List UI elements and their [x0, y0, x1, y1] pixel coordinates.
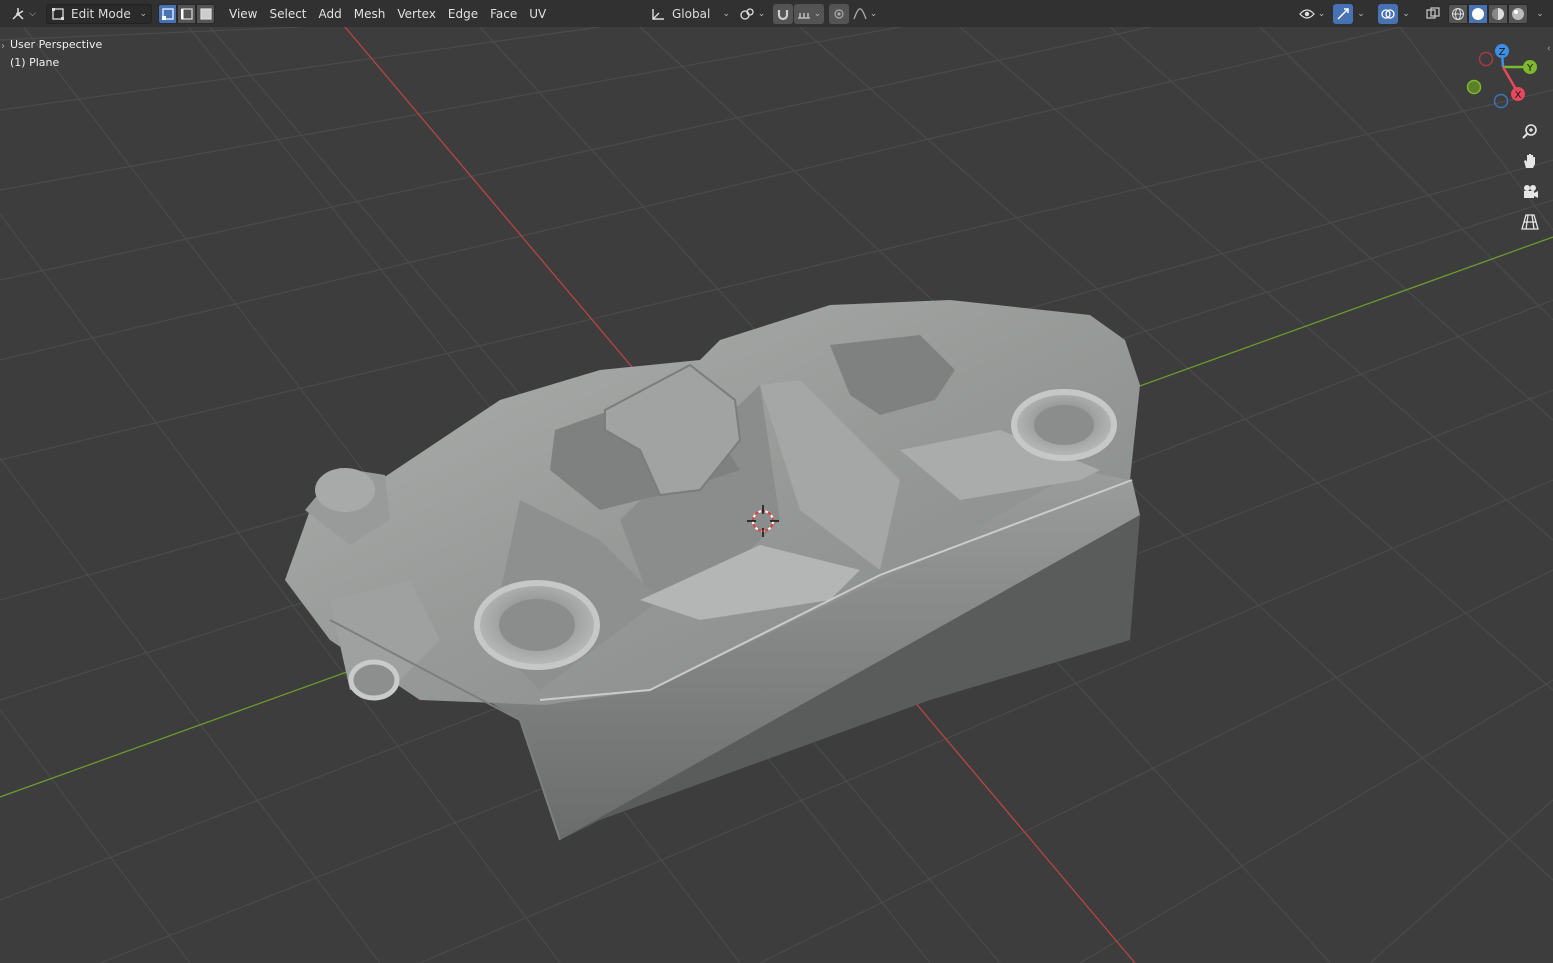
- solid-shading-button[interactable]: [1468, 3, 1488, 24]
- shading-dropdown[interactable]: ⌄: [1532, 4, 1548, 24]
- menu-edge[interactable]: Edge: [442, 4, 484, 24]
- gizmo-neg-z[interactable]: [1493, 93, 1509, 109]
- wireframe-shading-button[interactable]: [1448, 3, 1468, 24]
- edit-mode-icon: [52, 7, 64, 20]
- perspective-ortho-icon: [1521, 214, 1539, 230]
- transform-orientation-dropdown[interactable]: Global ⌄: [650, 4, 730, 24]
- object-name: (1) Plane: [10, 56, 60, 69]
- material-shading-button[interactable]: [1488, 3, 1508, 24]
- gizmo-icon: [1337, 7, 1349, 20]
- gizmo-toggle[interactable]: [1333, 3, 1353, 24]
- viewport-header: ⌵ Edit Mode ⌄ View Select Add Mesh Verte…: [0, 0, 1553, 27]
- gizmo-z-label: Z: [1499, 47, 1506, 58]
- snap-toggle[interactable]: [773, 3, 793, 24]
- face-select-button[interactable]: [196, 3, 215, 24]
- gizmo-neg-y[interactable]: [1466, 79, 1482, 95]
- pivot-point-icon: [740, 7, 754, 20]
- mode-dropdown[interactable]: Edit Mode ⌄: [46, 3, 152, 24]
- select-mode-group: [158, 3, 215, 24]
- menu-select[interactable]: Select: [263, 4, 312, 24]
- editor-type-3d-viewport-icon: [12, 7, 24, 20]
- header-menu: View Select Add Mesh Vertex Edge Face UV: [223, 4, 552, 24]
- vertex-select-icon: [161, 7, 174, 20]
- proportional-edit-icon: [834, 8, 844, 19]
- pan-button[interactable]: [1517, 148, 1543, 174]
- menu-face[interactable]: Face: [484, 4, 523, 24]
- pivot-point-dropdown[interactable]: ⌄: [737, 4, 767, 24]
- camera-view-button[interactable]: [1517, 179, 1543, 205]
- edge-select-button[interactable]: [177, 3, 196, 24]
- orientation-label: Global: [672, 6, 711, 21]
- editor-type-button[interactable]: ⌵: [6, 4, 40, 24]
- perspective-toggle-button[interactable]: [1517, 209, 1543, 235]
- menu-view[interactable]: View: [223, 4, 263, 24]
- vertex-select-button[interactable]: [158, 3, 177, 24]
- gizmo-neg-x[interactable]: [1478, 51, 1494, 67]
- magnet-icon: [777, 9, 789, 20]
- rendered-shading-button[interactable]: [1508, 3, 1528, 24]
- rendered-shading-icon: [1512, 7, 1524, 20]
- view-name: User Perspective: [10, 38, 103, 51]
- gizmo-y-label: Y: [1526, 63, 1534, 74]
- falloff-dropdown[interactable]: ⌄: [850, 4, 880, 24]
- face-select-icon: [199, 7, 212, 20]
- gizmo-x-label: X: [1515, 90, 1522, 101]
- snap-target-dropdown[interactable]: ⌄: [794, 3, 824, 24]
- falloff-curve-icon: [853, 7, 867, 19]
- zoom-button[interactable]: [1517, 118, 1543, 144]
- overlays-icon: [1381, 8, 1395, 19]
- menu-uv[interactable]: UV: [523, 4, 552, 24]
- viewport-info: User Perspective (1) Plane: [10, 36, 102, 72]
- snap-increment-icon: [797, 12, 810, 19]
- solid-shading-icon: [1472, 7, 1484, 20]
- gizmo-dropdown[interactable]: ⌄: [1354, 4, 1368, 24]
- overlays-toggle[interactable]: [1378, 3, 1398, 24]
- menu-add[interactable]: Add: [313, 4, 348, 24]
- xray-icon: [1426, 6, 1440, 19]
- bleed-nipple: [348, 659, 400, 701]
- visibility-eye-icon: [1298, 8, 1315, 19]
- edge-select-icon: [180, 7, 193, 20]
- mode-label: Edit Mode: [71, 6, 131, 21]
- camera-view-icon: [1524, 185, 1538, 198]
- transform-orientation-icon: [652, 8, 664, 20]
- proportional-edit-toggle[interactable]: [829, 3, 849, 24]
- overlays-dropdown[interactable]: ⌄: [1399, 4, 1413, 24]
- 3d-viewport[interactable]: [0, 0, 1553, 963]
- sidebar-toggle-icon[interactable]: ‹: [1547, 44, 1553, 54]
- navigation-gizmo[interactable]: Z Y X: [1460, 40, 1540, 115]
- toolbar-toggle-icon[interactable]: ›: [1, 41, 5, 52]
- menu-vertex[interactable]: Vertex: [391, 4, 442, 24]
- wireframe-shading-icon: [1452, 7, 1464, 20]
- menu-mesh[interactable]: Mesh: [348, 4, 392, 24]
- pan-hand-icon: [1524, 154, 1535, 168]
- shading-group: [1448, 3, 1528, 24]
- zoom-icon: [1522, 124, 1537, 139]
- xray-toggle[interactable]: [1423, 4, 1443, 24]
- visibility-dropdown[interactable]: ⌄: [1296, 4, 1328, 24]
- material-shading-icon: [1492, 7, 1504, 20]
